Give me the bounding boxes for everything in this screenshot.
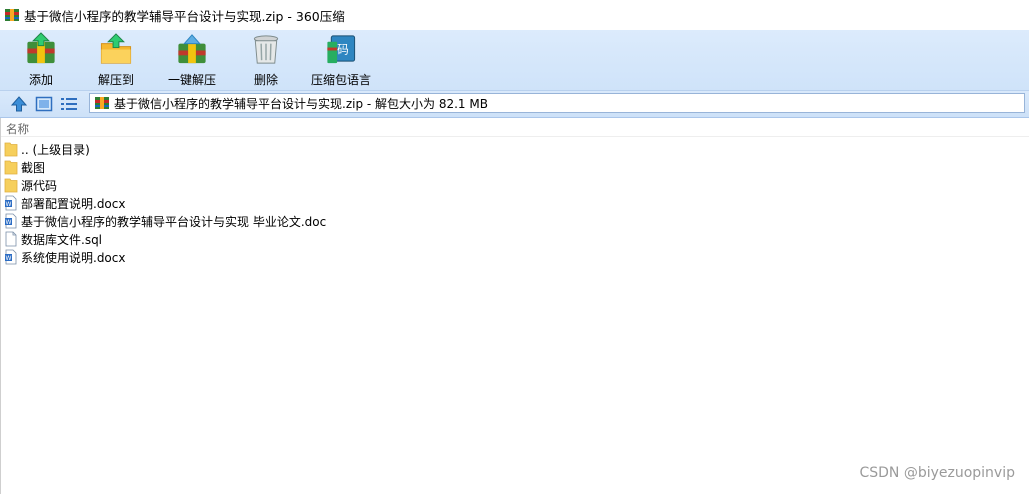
address-bar: 基于微信小程序的教学辅导平台设计与实现.zip - 解包大小为 82.1 MB <box>0 91 1029 118</box>
watermark: CSDN @biyezuopinvip <box>859 465 1015 481</box>
file-name: 截图 <box>21 160 46 175</box>
archive-encoding-label: 压缩包语言 <box>310 73 371 87</box>
quick-extract-label: 一键解压 <box>167 73 216 87</box>
folder-icon <box>4 142 18 157</box>
window-title: 基于微信小程序的教学辅导平台设计与实现.zip - 360压缩 <box>24 8 345 24</box>
archive-icon <box>5 9 19 21</box>
file-name: 部署配置说明.docx <box>21 196 126 211</box>
svg-text:W: W <box>6 201 12 208</box>
file-name: 基于微信小程序的教学辅导平台设计与实现 毕业论文.doc <box>21 214 327 229</box>
file-name: 数据库文件.sql <box>21 232 103 247</box>
word-document-icon: W <box>5 249 17 265</box>
svg-text:码: 码 <box>337 42 349 56</box>
list-item[interactable]: 数据库文件.sql <box>0 230 102 248</box>
list-item[interactable]: W 系统使用说明.docx <box>0 248 125 266</box>
file-name: 源代码 <box>21 178 58 193</box>
list-item[interactable]: W 部署配置说明.docx <box>0 194 125 212</box>
file-name: 系统使用说明.docx <box>21 250 126 265</box>
svg-text:W: W <box>6 255 12 262</box>
add-archive-icon <box>27 32 55 64</box>
quick-extract-button[interactable]: 一键解压 <box>164 30 220 88</box>
list-item-parent-dir[interactable]: .. (上级目录) <box>0 140 90 158</box>
delete-label: 删除 <box>253 73 278 87</box>
add-label: 添加 <box>28 73 53 87</box>
title-bar: 基于微信小程序的教学辅导平台设计与实现.zip - 360压缩 <box>0 0 1029 30</box>
name-column-header[interactable]: 名称 <box>6 121 29 137</box>
folder-icon <box>4 178 18 193</box>
toolbar: 添加 解压到 一键解压 删除 码 压缩包语言 <box>0 30 1029 91</box>
file-name: .. (上级目录) <box>21 142 90 157</box>
folder-icon <box>4 160 18 175</box>
column-header-row: 名称 <box>0 118 1029 137</box>
extract-to-label: 解压到 <box>97 73 134 87</box>
word-document-icon: W <box>5 195 17 211</box>
list-item[interactable]: 源代码 <box>0 176 57 194</box>
list-item[interactable]: 截图 <box>0 158 45 176</box>
add-button[interactable]: 添加 <box>19 30 63 88</box>
list-view-icon[interactable] <box>60 95 78 113</box>
list-item[interactable]: W 基于微信小程序的教学辅导平台设计与实现 毕业论文.doc <box>0 212 326 230</box>
archive-encoding-button[interactable]: 码 压缩包语言 <box>308 30 374 88</box>
archive-encoding-icon: 码 <box>327 35 356 64</box>
delete-button[interactable]: 删除 <box>244 30 288 88</box>
extract-to-icon <box>100 33 132 64</box>
trash-icon <box>253 35 279 64</box>
address-field[interactable]: 基于微信小程序的教学辅导平台设计与实现.zip - 解包大小为 82.1 MB <box>89 93 1025 113</box>
quick-extract-icon <box>178 34 206 64</box>
thumbnail-view-icon[interactable] <box>35 95 53 113</box>
extract-to-button[interactable]: 解压到 <box>94 30 138 88</box>
archive-icon <box>95 97 109 109</box>
address-path: 基于微信小程序的教学辅导平台设计与实现.zip - 解包大小为 82.1 MB <box>114 96 488 111</box>
generic-file-icon <box>5 231 17 247</box>
svg-text:W: W <box>6 219 12 226</box>
up-arrow-icon[interactable] <box>10 95 28 113</box>
word-document-icon: W <box>5 213 17 229</box>
